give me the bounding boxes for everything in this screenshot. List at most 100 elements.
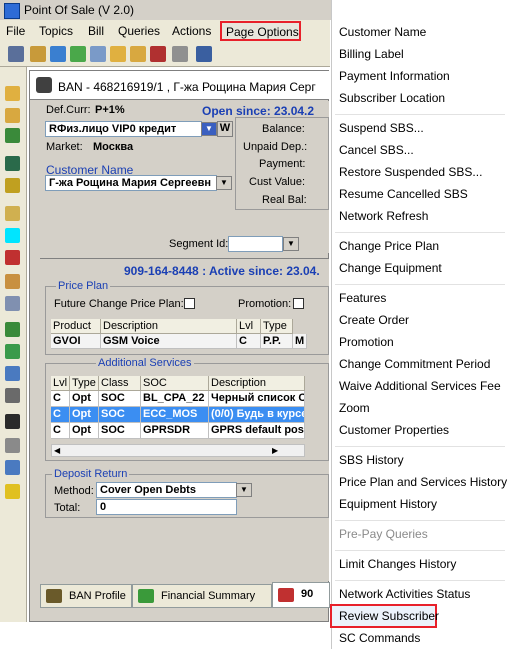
menu-item-suspend-sbs[interactable]: Suspend SBS... (339, 121, 424, 135)
menu-item-price-plan-services-history[interactable]: Price Plan and Services History (339, 475, 507, 489)
pp-cell-type[interactable]: P.P. (261, 334, 293, 349)
method-select[interactable]: Cover Open Debts (96, 482, 237, 498)
menu-item-billing-label[interactable]: Billing Label (339, 47, 404, 61)
menu-file[interactable]: File (6, 24, 25, 38)
pp-cell-lvl[interactable]: C (237, 334, 261, 349)
cyan-square-icon[interactable] (5, 228, 20, 243)
chevron-down-icon[interactable]: ▼ (201, 122, 217, 136)
menu-item-change-commitment-period[interactable]: Change Commitment Period (339, 357, 490, 371)
window-icon[interactable] (5, 460, 20, 475)
menu-topics[interactable]: Topics (39, 24, 73, 38)
menu-queries[interactable]: Queries (118, 24, 160, 38)
segment-id-input[interactable] (228, 236, 283, 252)
toolbar-doc-icon[interactable] (70, 46, 86, 62)
as-cell: Черный список C (209, 391, 305, 407)
network-icon[interactable] (5, 438, 20, 453)
market-value: Москва (93, 141, 134, 153)
pp-cell-product[interactable]: GVOI (51, 334, 101, 349)
table-row[interactable]: C Opt SOC BL_CPA_22 Черный список C (51, 391, 305, 407)
open-folder-icon[interactable] (5, 86, 20, 101)
pp-col-product[interactable]: Product (51, 319, 101, 334)
table-row[interactable]: C Opt SOC GPRSDR GPRS default pos (51, 423, 305, 439)
menu-actions[interactable]: Actions (172, 24, 211, 38)
future-change-checkbox[interactable] (184, 298, 195, 309)
toolbar-calc-icon[interactable] (90, 46, 106, 62)
pp-cell-description[interactable]: GSM Voice (101, 334, 237, 349)
menu-item-payment-information[interactable]: Payment Information (339, 69, 450, 83)
total-label: Total: (54, 502, 81, 514)
menu-item-sbs-history[interactable]: SBS History (339, 453, 404, 467)
toolbar-tool-icon[interactable] (150, 46, 166, 62)
horizontal-scrollbar[interactable]: ◀ ▶ (51, 444, 305, 457)
arrow-icon[interactable] (5, 128, 20, 143)
calculator-icon[interactable] (5, 156, 20, 171)
menu-item-change-price-plan[interactable]: Change Price Plan (339, 239, 439, 253)
tool-icon[interactable] (5, 250, 20, 265)
menu-item-restore-suspended-sbs[interactable]: Restore Suspended SBS... (339, 165, 482, 179)
menu-item-subscriber-location[interactable]: Subscriber Location (339, 91, 445, 105)
pp-col-lvl[interactable]: Lvl (237, 319, 261, 334)
menu-item-network-refresh[interactable]: Network Refresh (339, 209, 428, 223)
menu-bill[interactable]: Bill (88, 24, 104, 38)
deposit-return-label: Deposit Return (52, 468, 130, 480)
chevron-down-icon[interactable]: ▼ (236, 483, 252, 497)
toolbar-window-icon[interactable] (8, 46, 24, 62)
menu-item-resume-cancelled-sbs[interactable]: Resume Cancelled SBS (339, 187, 468, 201)
total-input[interactable]: 0 (96, 499, 237, 515)
toolbar-user-icon[interactable] (30, 46, 46, 62)
as-col-soc[interactable]: SOC (141, 376, 209, 391)
account-type-select[interactable]: RФиз.лицо VIP0 кредит (45, 121, 202, 137)
menu-item-waive-additional-services-fee[interactable]: Waive Additional Services Fee (339, 379, 501, 393)
toolbar-pencil-icon[interactable] (130, 46, 146, 62)
as-col-class[interactable]: Class (99, 376, 141, 391)
copy-icon[interactable] (5, 344, 20, 359)
scroll-left-icon[interactable]: ◀ (54, 446, 60, 455)
menu-item-features[interactable]: Features (339, 291, 386, 305)
save-icon[interactable] (5, 414, 20, 429)
menu-item-customer-name[interactable]: Customer Name (339, 25, 426, 39)
promotion-checkbox[interactable] (293, 298, 304, 309)
customer-name-select[interactable]: Г-жа Рощина Мария Сергеевн (45, 175, 217, 191)
tab-ban-profile[interactable]: BAN Profile (40, 584, 132, 608)
table-row-selected[interactable]: C Opt SOC ECC_MOS (0/0) Будь в курсе (51, 407, 305, 423)
pp-col-type[interactable]: Type (261, 319, 293, 334)
chevron-down-icon[interactable]: ▼ (283, 237, 299, 251)
money-icon[interactable] (5, 366, 20, 381)
menu-item-network-activities-status[interactable]: Network Activities Status (339, 587, 470, 601)
money-icon (138, 589, 154, 603)
toolbar-exit-icon[interactable] (196, 46, 212, 62)
star-icon[interactable] (5, 484, 20, 499)
as-col-lvl[interactable]: Lvl (51, 376, 70, 391)
toolbar-folder-icon[interactable] (110, 46, 126, 62)
menu-item-promotion[interactable]: Promotion (339, 335, 394, 349)
menu-item-change-equipment[interactable]: Change Equipment (339, 261, 442, 275)
document-icon[interactable] (5, 322, 20, 337)
menu-item-zoom[interactable]: Zoom (339, 401, 370, 415)
as-col-description[interactable]: Description (209, 376, 305, 391)
chevron-down-icon[interactable]: ▼ (216, 176, 232, 190)
toolbar-settings-icon[interactable] (172, 46, 188, 62)
pp-cell-extra[interactable]: M (293, 334, 307, 349)
transfer-icon[interactable] (5, 296, 20, 311)
menu-item-review-subscriber[interactable]: Review Subscriber (339, 609, 439, 623)
phone-icon[interactable] (5, 178, 20, 193)
scroll-right-icon[interactable]: ▶ (272, 446, 278, 455)
menu-item-customer-properties[interactable]: Customer Properties (339, 423, 449, 437)
pencil-icon[interactable] (5, 108, 20, 123)
list-icon[interactable] (5, 206, 20, 221)
menu-item-create-order[interactable]: Create Order (339, 313, 409, 327)
check-icon[interactable] (5, 388, 20, 403)
menu-item-cancel-sbs[interactable]: Cancel SBS... (339, 143, 414, 157)
w-button[interactable]: W (217, 121, 233, 137)
as-col-type[interactable]: Type (70, 376, 99, 391)
menu-item-limit-changes-history[interactable]: Limit Changes History (339, 557, 456, 571)
menu-item-equipment-history[interactable]: Equipment History (339, 497, 437, 511)
menu-page-options[interactable]: Page Options (220, 21, 301, 41)
tab-financial-summary[interactable]: Financial Summary (132, 584, 272, 608)
tab-subscriber[interactable]: 90 (272, 582, 330, 608)
edit-icon[interactable] (5, 274, 20, 289)
menu-item-sc-commands[interactable]: SC Commands (339, 631, 420, 645)
pp-col-description[interactable]: Description (101, 319, 237, 334)
toolbar-globe-icon[interactable] (50, 46, 66, 62)
left-toolbar (0, 67, 27, 649)
